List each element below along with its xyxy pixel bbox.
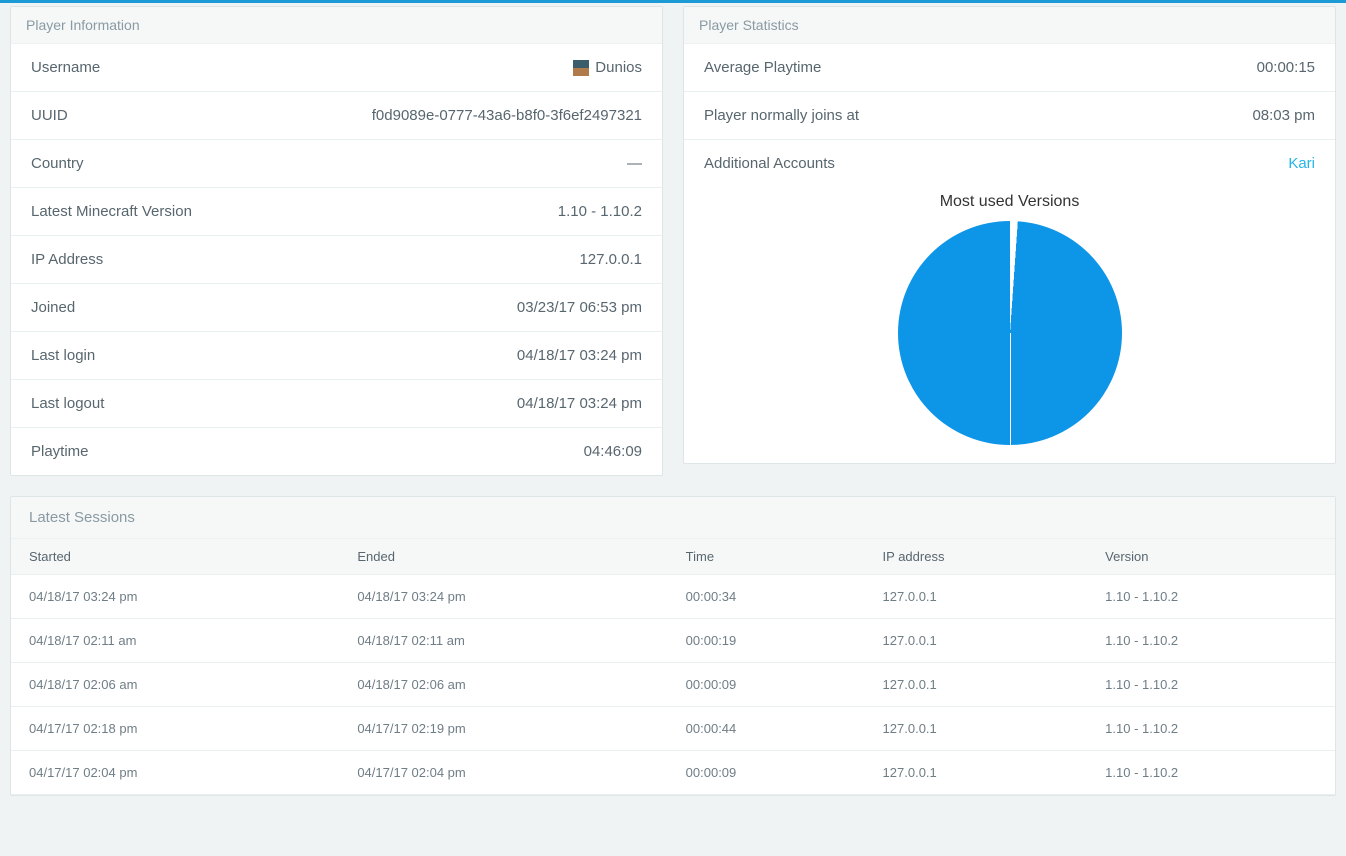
info-label: Joined [31,299,75,316]
table-cell: 127.0.0.1 [865,575,1088,619]
table-column-header: Version [1087,539,1335,575]
player-stat-row: Additional Accounts Kari [684,140,1335,187]
table-cell: 1.10 - 1.10.2 [1087,619,1335,663]
table-cell: 1.10 - 1.10.2 [1087,663,1335,707]
stat-label: Player normally joins at [704,107,859,124]
player-statistics-heading: Player Statistics [684,7,1335,44]
player-info-row: UUID f0d9089e-0777-43a6-b8f0-3f6ef2497321 [11,92,662,140]
info-value: f0d9089e-0777-43a6-b8f0-3f6ef2497321 [372,107,642,124]
latest-sessions-table: StartedEndedTimeIP addressVersion 04/18/… [11,539,1335,795]
info-value: Dunios [573,59,642,76]
player-stat-row: Player normally joins at 08:03 pm [684,92,1335,140]
table-cell: 04/18/17 02:11 am [11,619,339,663]
info-label: Country [31,155,84,172]
versions-chart-title: Most used Versions [684,193,1335,211]
table-cell: 04/17/17 02:04 pm [11,751,339,795]
player-info-row: Country — [11,140,662,188]
table-cell: 00:00:09 [668,663,865,707]
table-cell: 127.0.0.1 [865,663,1088,707]
info-value: 04:46:09 [584,443,642,460]
info-label: UUID [31,107,68,124]
table-cell: 127.0.0.1 [865,751,1088,795]
table-cell: 127.0.0.1 [865,619,1088,663]
info-value: 03/23/17 06:53 pm [517,299,642,316]
player-info-row: Playtime 04:46:09 [11,428,662,475]
info-value: 04/18/17 03:24 pm [517,347,642,364]
player-stat-row: Average Playtime 00:00:15 [684,44,1335,92]
info-value: — [627,155,642,172]
player-information-panel: Player Information Username Dunios UUID f0d… [10,6,663,476]
info-label: Last login [31,347,95,364]
table-row: 04/17/17 02:04 pm04/17/17 02:04 pm00:00:… [11,751,1335,795]
stat-value: 00:00:15 [1257,59,1315,76]
stat-value: 08:03 pm [1252,107,1315,124]
table-cell: 04/17/17 02:18 pm [11,707,339,751]
table-cell: 00:00:09 [668,751,865,795]
player-statistics-list: Average Playtime 00:00:15 Player normally … [684,44,1335,187]
info-value: 04/18/17 03:24 pm [517,395,642,412]
player-info-row: Last logout 04/18/17 03:24 pm [11,380,662,428]
player-avatar-icon [573,60,589,76]
table-row: 04/18/17 02:11 am04/18/17 02:11 am00:00:… [11,619,1335,663]
info-value: 127.0.0.1 [579,251,642,268]
table-cell: 1.10 - 1.10.2 [1087,751,1335,795]
info-label: Latest Minecraft Version [31,203,192,220]
latest-sessions-panel: Latest Sessions StartedEndedTimeIP addre… [10,496,1336,796]
info-label: Playtime [31,443,89,460]
player-info-row: Joined 03/23/17 06:53 pm [11,284,662,332]
table-column-header: Started [11,539,339,575]
table-cell: 04/18/17 02:06 am [11,663,339,707]
versions-pie-chart [898,221,1122,445]
table-cell: 04/17/17 02:19 pm [339,707,667,751]
table-cell: 127.0.0.1 [865,707,1088,751]
player-info-row: Username Dunios [11,44,662,92]
player-statistics-panel: Player Statistics Average Playtime 00:00:… [683,6,1336,464]
table-cell: 04/18/17 03:24 pm [339,575,667,619]
table-cell: 1.10 - 1.10.2 [1087,707,1335,751]
latest-sessions-heading: Latest Sessions [11,497,1335,539]
table-cell: 00:00:44 [668,707,865,751]
player-information-heading: Player Information [11,7,662,44]
info-label: Username [31,59,100,76]
info-label: IP Address [31,251,103,268]
stat-label: Average Playtime [704,59,821,76]
table-cell: 04/18/17 03:24 pm [11,575,339,619]
player-info-row: Latest Minecraft Version 1.10 - 1.10.2 [11,188,662,236]
player-information-list: Username Dunios UUID f0d9089e-0777-43a6-b8f… [11,44,662,475]
player-info-row: IP Address 127.0.0.1 [11,236,662,284]
table-cell: 04/17/17 02:04 pm [339,751,667,795]
table-column-header: Ended [339,539,667,575]
table-cell: 1.10 - 1.10.2 [1087,575,1335,619]
player-info-row: Last login 04/18/17 03:24 pm [11,332,662,380]
table-column-header: Time [668,539,865,575]
table-row: 04/18/17 02:06 am04/18/17 02:06 am00:00:… [11,663,1335,707]
table-cell: 00:00:19 [668,619,865,663]
table-cell: 00:00:34 [668,575,865,619]
table-row: 04/18/17 03:24 pm04/18/17 03:24 pm00:00:… [11,575,1335,619]
versions-chart-container: Most used Versions [684,193,1335,463]
info-value: 1.10 - 1.10.2 [558,203,642,220]
info-label: Last logout [31,395,104,412]
table-row: 04/17/17 02:18 pm04/17/17 02:19 pm00:00:… [11,707,1335,751]
additional-account-link[interactable]: Kari [1288,155,1315,172]
table-cell: 04/18/17 02:06 am [339,663,667,707]
table-header-row: StartedEndedTimeIP addressVersion [11,539,1335,575]
table-cell: 04/18/17 02:11 am [339,619,667,663]
stat-label: Additional Accounts [704,155,835,172]
table-column-header: IP address [865,539,1088,575]
